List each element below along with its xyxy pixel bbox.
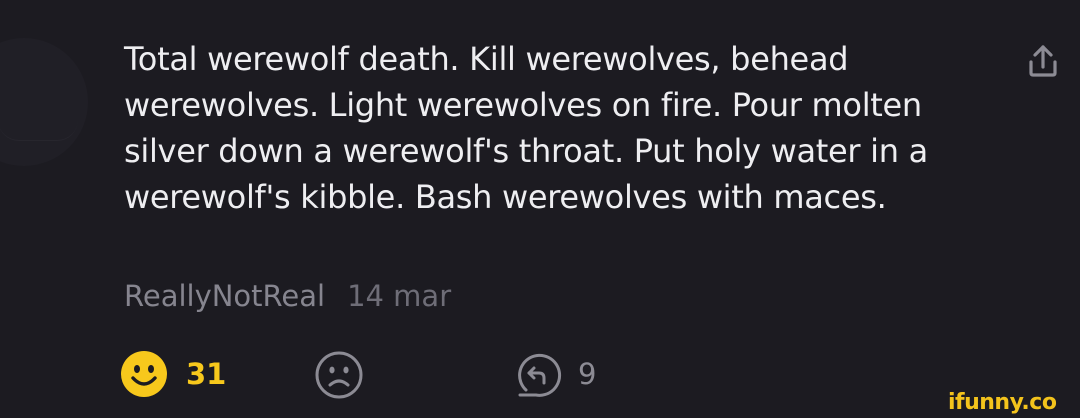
ifunny-watermark: ifunny.co xyxy=(948,390,1057,415)
avatar-rim xyxy=(0,120,78,141)
reply-icon xyxy=(518,353,562,397)
share-button[interactable] xyxy=(1022,40,1064,82)
reply-button[interactable] xyxy=(512,350,564,402)
reply-count: 9 xyxy=(578,357,597,391)
smile-face-icon xyxy=(121,351,167,397)
smile-button[interactable] xyxy=(120,350,168,398)
comment-meta: ReallyNotReal 14 mar xyxy=(124,276,451,316)
author-name[interactable]: ReallyNotReal xyxy=(124,279,325,313)
sad-button[interactable] xyxy=(314,350,364,400)
smile-count: 31 xyxy=(186,357,227,391)
avatar[interactable] xyxy=(0,38,88,166)
comment-date: 14 mar xyxy=(347,279,452,313)
share-icon xyxy=(1029,45,1057,77)
sad-face-icon xyxy=(315,351,363,399)
comment-actions: 31 9 xyxy=(0,344,1080,404)
comment-text: Total werewolf death. Kill werewolves, b… xyxy=(124,40,928,216)
